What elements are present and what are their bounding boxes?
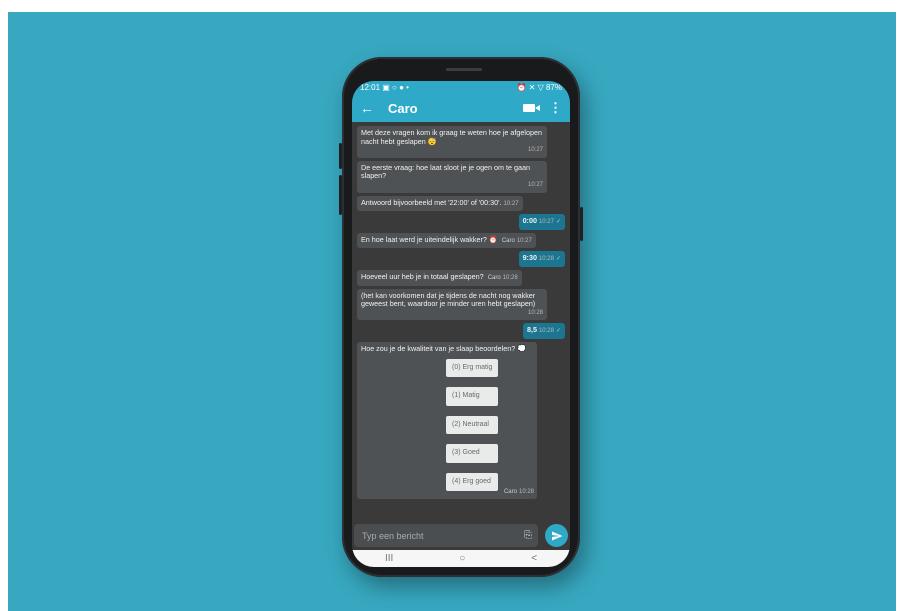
message-time: 10:27: [538, 219, 554, 226]
message-text: (het kan voorkomen dat je tijdens de nac…: [361, 290, 536, 309]
message-time: 10:28: [518, 488, 534, 495]
message-sender: Caro: [487, 274, 501, 281]
message-text: En hoe laat werd je uiteindelijk wakker?…: [361, 234, 498, 244]
recent-apps-button[interactable]: III: [385, 553, 393, 564]
system-back-button[interactable]: <: [531, 553, 537, 564]
message-list[interactable]: Met deze vragen kom ik graag te weten ho…: [352, 122, 570, 522]
back-arrow-icon[interactable]: ←: [360, 100, 380, 116]
power-button: [580, 207, 583, 241]
message-bubble-outgoing: 9:30 10:28 ✓: [518, 251, 565, 267]
phone-screen: 12:01 ▣ ○ ● • ⏰ ✕ ▽ 87% ← Caro ⋮ Met dez…: [352, 81, 570, 567]
message-time: 10:27: [516, 237, 532, 244]
battery-level: 87%: [545, 83, 562, 92]
rating-question: Hoe zou je de kwaliteit van je slaap beo…: [361, 343, 527, 353]
message-composer: ⎘: [354, 524, 538, 547]
message-input[interactable]: [360, 529, 524, 542]
message-bubble-outgoing: 8,5 10:28 ✓: [522, 323, 565, 339]
app-bar: ← Caro ⋮: [352, 94, 570, 122]
send-icon: [551, 531, 562, 540]
more-options-icon[interactable]: ⋮: [549, 100, 562, 116]
message-bubble-incoming: (het kan voorkomen dat je tijdens de nac…: [357, 288, 547, 321]
send-button[interactable]: [545, 524, 568, 547]
message-bubble-incoming: En hoe laat werd je uiteindelijk wakker?…: [357, 232, 536, 249]
status-time: 12:01: [360, 83, 381, 92]
message-text: Antwoord bijvoorbeeld met '22:00' of '00…: [361, 197, 502, 207]
message-bubble-incoming: Met deze vragen kom ik graag te weten ho…: [357, 126, 547, 158]
system-nav-bar: III ○ <: [352, 550, 570, 567]
message-text: 0:00: [522, 216, 537, 226]
message-sender: Caro: [501, 237, 515, 244]
read-check-icon: ✓: [555, 256, 561, 263]
message-time: 10:28: [538, 328, 554, 335]
quick-reply-option[interactable]: (1) Matig: [446, 387, 498, 406]
message-bubble-incoming: Antwoord bijvoorbeeld met '22:00' of '00…: [357, 195, 523, 212]
status-bar: 12:01 ▣ ○ ● • ⏰ ✕ ▽ 87%: [352, 81, 570, 94]
message-sender: Caro: [503, 488, 517, 495]
notification-icons: ▣ ○ ● •: [382, 83, 409, 92]
message-time: 10:27: [527, 147, 543, 154]
quick-reply-option[interactable]: (3) Goed: [446, 444, 498, 463]
quick-reply-list: (0) Erg matig (1) Matig (2) Neutraal (3)…: [446, 354, 533, 497]
message-text: Hoeveel uur heb je in totaal geslapen?: [361, 271, 484, 281]
contact-name[interactable]: Caro: [388, 101, 523, 116]
message-time: 10:28: [538, 256, 554, 263]
quick-reply-option[interactable]: (4) Erg goed: [446, 472, 498, 492]
read-check-icon: ✓: [555, 219, 561, 226]
message-text: Met deze vragen kom ik graag te weten ho…: [361, 128, 543, 146]
message-time: 10:27: [527, 181, 543, 188]
video-call-icon[interactable]: [523, 104, 540, 112]
quick-reply-option[interactable]: (2) Neutraal: [446, 415, 498, 435]
volume-button: [339, 143, 342, 169]
message-text: 8,5: [526, 325, 537, 335]
quick-reply-option[interactable]: (0) Erg matig: [446, 358, 499, 378]
message-time: 10:28: [502, 274, 518, 281]
attachment-icon[interactable]: ⎘: [524, 530, 532, 541]
bixby-button: [339, 175, 342, 215]
rating-message: Hoe zou je de kwaliteit van je slaap beo…: [357, 341, 537, 500]
phone-frame: 12:01 ▣ ○ ● • ⏰ ✕ ▽ 87% ← Caro ⋮ Met dez…: [339, 57, 583, 577]
message-time: 10:27: [503, 200, 519, 207]
read-check-icon: ✓: [555, 328, 561, 335]
message-bubble-outgoing: 0:00 10:27 ✓: [518, 214, 565, 230]
message-time: 10:28: [527, 309, 543, 316]
message-bubble-incoming: Hoeveel uur heb je in totaal geslapen? C…: [357, 269, 522, 286]
message-text: 9:30: [522, 253, 537, 263]
home-button[interactable]: ○: [459, 553, 465, 564]
earpiece: [446, 68, 482, 71]
message-bubble-incoming: De eerste vraag: hoe laat sloot je je og…: [357, 160, 547, 193]
message-text: De eerste vraag: hoe laat sloot je je og…: [361, 162, 531, 181]
system-icons: ⏰ ✕ ▽: [516, 83, 544, 92]
